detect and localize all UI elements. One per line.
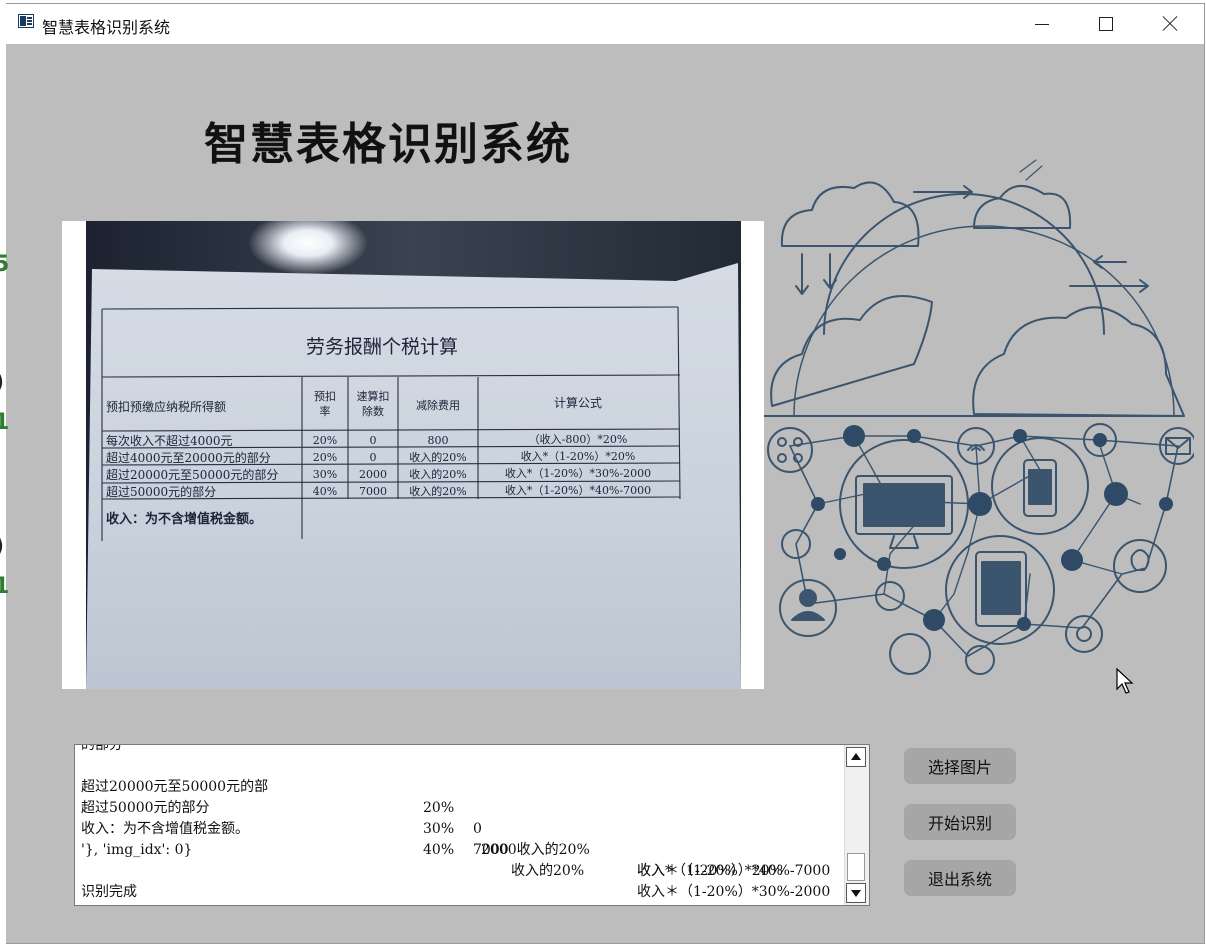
- photo-header-expense: 减除费用: [416, 398, 460, 412]
- photo-table-title: 劳务报酬个税计算: [306, 336, 458, 358]
- table-photo: 劳务报酬个税计算 预扣预缴应纳税所得额 预扣 率 速算扣 除数 减除费用 计算公…: [86, 221, 741, 689]
- photo-cell: 30%: [313, 468, 337, 481]
- photo-cell: 收入*（1-20%）*40%-7000: [505, 483, 651, 497]
- start-recognition-button[interactable]: 开始识别: [904, 804, 1016, 840]
- scroll-down-arrow-icon[interactable]: [846, 883, 866, 903]
- photo-note: 收入：为不含增值税金额。: [106, 511, 262, 527]
- result-line: 的部分: [81, 745, 845, 756]
- photo-cell: 超过4000元至20000元的部分: [106, 450, 271, 465]
- photo-cell: 超过20000元至50000元的部分: [106, 467, 278, 482]
- result-line: [81, 861, 845, 882]
- photo-cell: 0: [370, 434, 377, 447]
- image-preview: 劳务报酬个税计算 预扣预缴应纳税所得额 预扣 率 速算扣 除数 减除费用 计算公…: [62, 221, 764, 689]
- result-line: 收入：为不含增值税金额。 40% 收入＊（1-20%）*40%-7000: [81, 798, 845, 879]
- maximize-button[interactable]: [1074, 4, 1138, 44]
- app-icon: [18, 14, 34, 28]
- photo-header-formula: 计算公式: [554, 395, 602, 410]
- result-text-area[interactable]: 的部分 超过20000元至50000元的部 20% 0 2000收入的20% 收…: [74, 744, 870, 906]
- scroll-thumb[interactable]: [847, 853, 865, 881]
- photo-cell: 收入的20%: [409, 467, 466, 481]
- close-icon: [1162, 16, 1178, 32]
- photo-cell: 收入*（1-20%）*20%: [521, 449, 636, 463]
- scroll-up-arrow-icon[interactable]: [846, 747, 866, 767]
- photo-cell: 20%: [313, 434, 337, 447]
- photo-cell: 2000: [359, 468, 387, 481]
- photo-cell: 收入的20%: [409, 450, 466, 464]
- photo-cell: 800: [428, 434, 449, 447]
- title-bar[interactable]: 智慧表格识别系统: [6, 4, 1204, 44]
- edge-fragment: ): [0, 372, 4, 394]
- close-button[interactable]: [1138, 4, 1202, 44]
- result-line: 超过20000元至50000元的部 20% 0 2000收入的20% 收入*（1…: [81, 756, 845, 879]
- result-text: '}, 'img_idx': 0}: [81, 842, 193, 858]
- result-text-content: 的部分 超过20000元至50000元的部 20% 0 2000收入的20% 收…: [81, 745, 845, 905]
- minimize-icon: [1035, 23, 1049, 25]
- result-line: [81, 819, 845, 840]
- page-title: 智慧表格识别系统: [204, 119, 572, 170]
- photo-cell: 7000: [359, 485, 387, 498]
- vertical-scrollbar[interactable]: [844, 745, 869, 905]
- select-image-button[interactable]: 选择图片: [904, 748, 1016, 784]
- result-status: 识别完成: [81, 884, 137, 900]
- edge-fragment: 5: [0, 252, 10, 277]
- result-text: 的部分: [81, 745, 123, 753]
- background-window-edge: 5 ) 1 ) 1: [0, 0, 10, 945]
- photo-header-rate-2: 率: [320, 404, 331, 418]
- photo-header-income: 预扣预缴应纳税所得额: [106, 399, 226, 414]
- photo-cell: 收入*（1-20%）*30%-2000: [505, 466, 651, 480]
- photo-cell: 每次收入不超过4000元: [106, 433, 233, 448]
- minimize-button[interactable]: [1010, 4, 1074, 44]
- edge-fragment: 1: [0, 410, 10, 435]
- photo-header-deduction-2: 除数: [362, 404, 384, 418]
- result-line: '}, 'img_idx': 0}: [81, 840, 845, 861]
- result-lines: 的部分 超过20000元至50000元的部 20% 0 2000收入的20% 收…: [81, 745, 845, 903]
- photo-header-deduction-1: 速算扣: [357, 389, 390, 403]
- result-line: 超过50000元的部分 30% 7000 收入的20% 收入＊（1-20%）*3…: [81, 777, 845, 900]
- window-title: 智慧表格识别系统: [42, 18, 171, 37]
- photo-cell: 超过50000元的部分: [106, 484, 216, 499]
- network-cloud-illustration-icon: [759, 159, 1194, 675]
- photo-cell: 40%: [313, 485, 337, 498]
- maximize-icon: [1099, 17, 1113, 31]
- photo-cell: 20%: [313, 451, 337, 464]
- edge-fragment: ): [0, 536, 4, 558]
- photo-cell: （收入-800）*20%: [529, 432, 628, 446]
- edge-fragment: 1: [0, 574, 10, 599]
- mouse-cursor-icon: [1116, 668, 1134, 694]
- exit-system-button[interactable]: 退出系统: [904, 860, 1016, 896]
- photo-cell: 收入的20%: [409, 484, 466, 498]
- photo-cell: 0: [370, 451, 377, 464]
- result-line: 识别完成: [81, 882, 845, 903]
- app-window: 智慧表格识别系统 智慧表格识别系统 劳务报酬个税计算 预扣预缴应纳税所得额 预扣…: [6, 4, 1204, 943]
- photo-header-rate-1: 预扣: [314, 389, 336, 403]
